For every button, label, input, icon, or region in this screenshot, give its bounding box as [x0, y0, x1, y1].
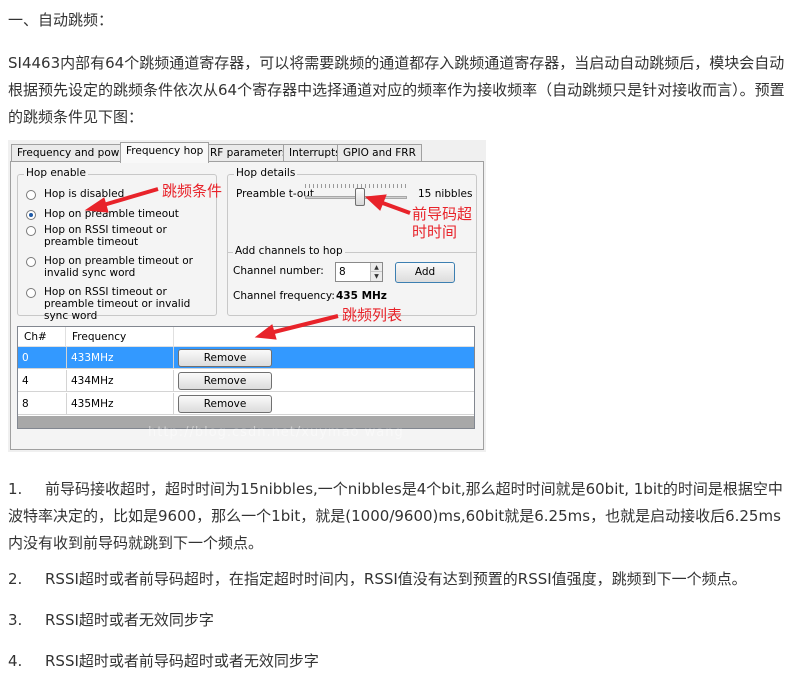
list-item-number: 4.: [8, 652, 23, 670]
radio-button[interactable]: [26, 226, 36, 236]
radio-label: Hop is disabled: [44, 188, 125, 200]
table-row[interactable]: 4 434MHz Remove: [18, 370, 474, 392]
column-header-frequency[interactable]: Frequency: [66, 327, 174, 347]
radio-hop-preamble-timeout[interactable]: Hop on preamble timeout: [26, 208, 179, 220]
list-item: 3. RSSI超时或者无效同步字: [8, 607, 792, 634]
stepper-down-icon[interactable]: ▼: [371, 272, 382, 281]
list-item-number: 2.: [8, 570, 23, 588]
channel-cell: 8: [22, 398, 29, 410]
remove-button[interactable]: Remove: [178, 372, 272, 390]
radio-button[interactable]: [26, 190, 36, 200]
radio-hop-disabled[interactable]: Hop is disabled: [26, 188, 124, 200]
stepper-up-icon[interactable]: ▲: [371, 263, 382, 272]
add-button[interactable]: Add: [395, 262, 455, 283]
channel-frequency-value: 435 MHz: [336, 290, 387, 302]
list-header: Ch# Frequency: [18, 327, 474, 347]
radio-button[interactable]: [26, 288, 36, 298]
annotation-preamble-timeout-1: 前导码超: [412, 205, 473, 223]
radio-hop-rssi-or-preamble[interactable]: Hop on RSSI timeout or preamble timeout: [26, 224, 212, 248]
radio-label: Hop on preamble timeout or invalid sync …: [44, 255, 193, 279]
list-item: 前导码接收超时，超时时间为15nibbles,一个nibbles是4个bit,那…: [8, 476, 792, 557]
remove-button[interactable]: Remove: [178, 395, 272, 413]
channel-number-label: Channel number:: [233, 265, 324, 277]
tab-frequency-and-power[interactable]: Frequency and power: [11, 144, 137, 162]
intro-paragraph: SI4463内部有64个跳频通道寄存器，可以将需要跳频的通道都存入跳频通道寄存器…: [8, 54, 785, 126]
table-row[interactable]: 8 435MHz Remove: [18, 393, 474, 415]
stepper-buttons: ▲ ▼: [370, 263, 382, 281]
add-channels-title: Add channels to hop: [233, 245, 345, 257]
remove-button[interactable]: Remove: [178, 349, 272, 367]
preamble-timeout-value: 15 nibbles: [418, 188, 473, 200]
radio-hop-preamble-or-sync[interactable]: Hop on preamble timeout or invalid sync …: [26, 255, 212, 279]
tab-rf-parameters[interactable]: RF parameters: [204, 144, 294, 162]
list-item: 2. RSSI超时或者前导码超时，在指定超时时间内，RSSI值没有达到预置的RS…: [8, 566, 792, 593]
channel-number-stepper[interactable]: 8 ▲ ▼: [335, 262, 383, 282]
preamble-timeout-label: Preamble t-out: [236, 188, 315, 200]
radio-button[interactable]: [26, 257, 36, 267]
section-heading: 一、自动跳频：: [8, 11, 114, 29]
watermark: http://blog.csdn.net/xuymao wang: [148, 425, 404, 440]
hop-channel-list: Ch# Frequency 0 433MHz Remove 4 434MHz R…: [17, 326, 475, 429]
tab-frequency-hop[interactable]: Frequency hop: [120, 142, 210, 163]
channel-cell: 4: [22, 375, 29, 387]
radio-hop-rssi-preamble-sync[interactable]: Hop on RSSI timeout or preamble timeout …: [26, 286, 212, 322]
annotation-hop-condition: 跳频条件: [162, 182, 223, 200]
slider-thumb[interactable]: [355, 188, 366, 206]
frequency-cell: 434MHz: [66, 370, 174, 392]
list-item-text: RSSI超时或者前导码超时或者无效同步字: [45, 652, 319, 670]
list-item-text: RSSI超时或者前导码超时，在指定超时时间内，RSSI值没有达到预置的RSSI值…: [45, 570, 747, 588]
frequency-cell: 435MHz: [66, 393, 174, 415]
channel-number-value: 8: [339, 266, 346, 278]
table-row[interactable]: 0 433MHz Remove: [18, 347, 474, 369]
channel-cell: 0: [22, 352, 29, 364]
hop-enable-title: Hop enable: [24, 167, 88, 179]
channel-frequency-label: Channel frequency:: [233, 290, 335, 302]
frequency-cell: 433MHz: [66, 347, 174, 369]
radio-button-selected[interactable]: [26, 210, 36, 220]
column-header-ch[interactable]: Ch#: [18, 327, 66, 347]
list-item-text: RSSI超时或者无效同步字: [45, 611, 214, 629]
annotation-hop-list: 跳频列表: [342, 306, 403, 324]
list-item-text: 前导码接收超时，超时时间为15nibbles,一个nibbles是4个bit,那…: [8, 480, 783, 552]
radio-label: Hop on RSSI timeout or preamble timeout: [44, 224, 167, 248]
tab-gpio-and-frr[interactable]: GPIO and FRR: [337, 144, 422, 162]
radio-label: Hop on RSSI timeout or preamble timeout …: [44, 286, 191, 322]
annotation-preamble-timeout-2: 时时间: [412, 223, 458, 241]
list-item-number: 3.: [8, 611, 23, 629]
list-item-number: 1.: [8, 480, 23, 498]
radio-label: Hop on preamble timeout: [44, 208, 179, 220]
hop-details-title: Hop details: [234, 167, 298, 179]
list-item: 4. RSSI超时或者前导码超时或者无效同步字: [8, 648, 792, 675]
dialog-screenshot: Frequency and power Frequency hop RF par…: [8, 140, 486, 452]
